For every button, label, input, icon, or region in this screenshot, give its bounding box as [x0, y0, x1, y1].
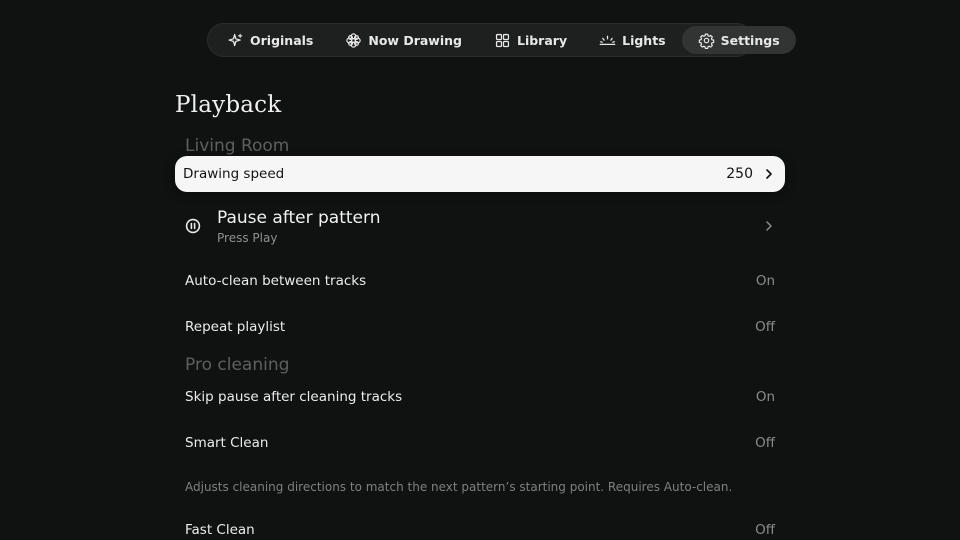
pause-after-pattern-text: Pause after pattern Press Play — [217, 208, 380, 245]
fast-clean-row[interactable]: Fast Clean Off — [175, 515, 785, 540]
fast-clean-label: Fast Clean — [185, 522, 255, 538]
smart-clean-row[interactable]: Smart Clean Off — [175, 428, 785, 458]
nav-label: Originals — [250, 32, 314, 48]
drawing-speed-control: 250 — [726, 166, 775, 182]
fast-clean-value: Off — [755, 522, 775, 538]
nav-item-lights[interactable]: Lights — [583, 26, 682, 54]
nav-item-library[interactable]: Library — [478, 26, 583, 54]
smart-clean-description: Adjusts cleaning directions to match the… — [185, 480, 733, 494]
smart-clean-value: Off — [755, 435, 775, 451]
nav-item-settings[interactable]: Settings — [681, 26, 796, 54]
repeat-playlist-label: Repeat playlist — [185, 319, 286, 335]
skip-pause-label: Skip pause after cleaning tracks — [185, 389, 403, 405]
repeat-playlist-row[interactable]: Repeat playlist Off — [175, 312, 785, 342]
section-title-pro-cleaning: Pro cleaning — [185, 355, 290, 375]
nav-label: Lights — [622, 32, 666, 48]
skip-pause-value: On — [755, 389, 775, 405]
nav-item-now-drawing[interactable]: Now Drawing — [329, 26, 478, 54]
drawing-speed-row[interactable]: Drawing speed 250 — [175, 156, 785, 192]
smart-clean-label: Smart Clean — [185, 435, 269, 451]
skip-pause-row[interactable]: Skip pause after cleaning tracks On — [175, 382, 785, 412]
sunrise-icon — [599, 32, 616, 49]
pause-after-pattern-title: Pause after pattern — [217, 207, 381, 228]
gear-icon — [698, 32, 715, 49]
drawing-speed-label: Drawing speed — [183, 166, 285, 182]
nav-label: Now Drawing — [368, 32, 462, 48]
nav-item-originals[interactable]: Originals — [211, 26, 329, 54]
pause-after-pattern-row[interactable]: Pause after pattern Press Play — [175, 201, 785, 251]
settings-page: Originals Now Drawing Library Lights Set… — [0, 0, 960, 540]
pause-after-pattern-subtitle: Press Play — [217, 230, 278, 245]
repeat-playlist-value: Off — [755, 319, 775, 335]
flower-icon — [345, 32, 362, 49]
auto-clean-value: On — [755, 273, 775, 289]
pause-circle-icon — [185, 218, 201, 234]
chevron-right-icon — [763, 220, 775, 232]
drawing-speed-value: 250 — [726, 166, 753, 182]
pause-after-pattern-info: Pause after pattern Press Play — [185, 208, 380, 245]
auto-clean-label: Auto-clean between tracks — [185, 273, 367, 289]
nav-label: Settings — [720, 32, 780, 48]
chevron-right-icon — [763, 168, 775, 180]
auto-clean-row[interactable]: Auto-clean between tracks On — [175, 266, 785, 296]
grid-icon — [494, 32, 511, 49]
nav-label: Library — [516, 32, 568, 48]
page-title: Playback — [175, 92, 282, 118]
top-nav: Originals Now Drawing Library Lights Set… — [207, 23, 796, 57]
sparkle-icon — [227, 32, 244, 49]
section-title-living-room: Living Room — [185, 136, 290, 156]
